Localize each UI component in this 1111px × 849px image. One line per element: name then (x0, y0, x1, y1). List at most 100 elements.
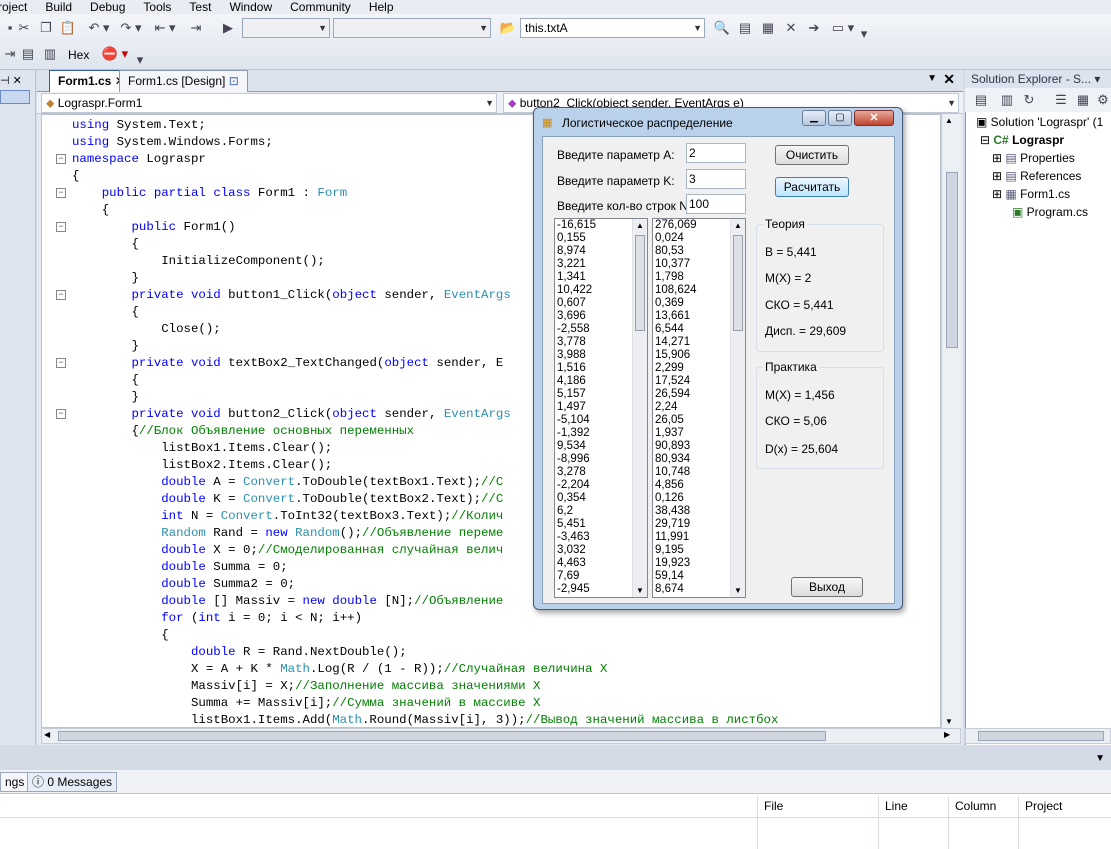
collapse-region-icon[interactable]: − (56, 358, 66, 368)
redo-icon[interactable]: ↷ ▾ (116, 18, 146, 38)
collapse-icon[interactable]: ⊟ (980, 133, 993, 147)
calculate-button[interactable]: Расчитать (775, 177, 849, 197)
messages-filter[interactable]: ⓘ 0 Messages (27, 772, 118, 792)
editor-vertical-scrollbar[interactable]: ▲ ▼ (941, 114, 961, 728)
code-line[interactable]: public Form1() (72, 219, 236, 236)
solution-hscrollbar[interactable] (965, 728, 1111, 744)
column-project[interactable]: Project (1025, 799, 1062, 813)
listbox-2[interactable]: 276,069 0,024 80,53 10,377 1,798 108,624 0,369… (652, 218, 746, 598)
undo-icon[interactable]: ↶ ▾ (84, 18, 114, 38)
tree-project[interactable]: ⊟ C# Lograspr (980, 131, 1064, 149)
code-line[interactable]: for (int i = 0; i < N; i++) (72, 610, 362, 627)
tree-program[interactable]: ▣ Program.cs (1012, 203, 1088, 221)
scroll-left-icon[interactable]: ◀ (44, 730, 50, 739)
solution-dropdown-icon[interactable]: ▾ (1094, 72, 1100, 86)
collapse-region-icon[interactable]: − (56, 188, 66, 198)
code-line[interactable]: } (72, 389, 138, 406)
start-debug-icon[interactable]: ▶ (218, 18, 238, 38)
expand-icon[interactable]: ⊞ (992, 187, 1005, 201)
expand-icon[interactable]: ⊞ (992, 151, 1005, 165)
menu-project[interactable]: roject (0, 1, 27, 13)
code-line[interactable]: double A = Convert.ToDouble(textBox1.Tex… (72, 474, 503, 491)
minimize-button[interactable]: ▁ (802, 110, 826, 126)
pin-icon[interactable]: ⊣ ✕ (0, 74, 22, 87)
tab-form1-design[interactable]: Form1.cs [Design] ⊡ (119, 70, 248, 92)
column-file[interactable]: File (764, 799, 783, 813)
code-line[interactable]: double X = 0;//Смоделированная случайная… (72, 542, 503, 559)
tree-solution[interactable]: ▣ Solution 'Lograspr' (1 (976, 113, 1103, 131)
code-line[interactable]: { (72, 236, 138, 253)
scroll-up-icon[interactable]: ▲ (945, 116, 953, 125)
solution-hscroll-thumb[interactable] (978, 731, 1104, 741)
navigate-forward-icon[interactable]: ⇥ (186, 18, 206, 38)
code-line[interactable]: Random Rand = new Random();//Объявление … (72, 525, 503, 542)
code-line[interactable]: { (72, 627, 168, 644)
column-line[interactable]: Line (885, 799, 908, 813)
collapse-region-icon[interactable]: − (56, 154, 66, 164)
start-page-icon[interactable]: ➔ (804, 18, 824, 38)
properties-window-icon[interactable]: ▤ (735, 18, 755, 38)
menu-community[interactable]: Community (290, 1, 351, 13)
code-line[interactable]: using System.Windows.Forms; (72, 134, 273, 151)
scroll-up-icon[interactable]: ▲ (636, 221, 644, 230)
paste-icon[interactable]: 📋 (58, 18, 78, 38)
param-a-input[interactable]: 2 (686, 143, 746, 163)
code-line[interactable]: double R = Rand.NextDouble(); (72, 644, 407, 661)
menu-build[interactable]: Build (45, 1, 72, 13)
rows-n-input[interactable]: 100 (686, 194, 746, 214)
scroll-down-icon[interactable]: ▼ (945, 717, 953, 726)
find-in-files-icon[interactable]: 🔍 (712, 18, 732, 38)
code-line[interactable]: listBox1.Items.Clear(); (72, 440, 332, 457)
code-line[interactable]: using System.Text; (72, 117, 206, 134)
code-line[interactable]: Massiv[i] = X;//Заполнение массива значе… (72, 678, 540, 695)
platform-combo[interactable]: ▼ (333, 18, 491, 38)
expand-icon[interactable]: ⊞ (992, 169, 1005, 183)
navigate-back-icon[interactable]: ⇤ ▾ (150, 18, 180, 38)
code-line[interactable]: double Summa2 = 0; (72, 576, 295, 593)
code-line[interactable]: } (72, 338, 138, 355)
code-line[interactable]: namespace Lograspr (72, 151, 206, 168)
listbox-1[interactable]: -16,615 0,155 8,974 3,221 1,341 10,422 0,607 3,… (554, 218, 648, 598)
code-line[interactable]: { (72, 168, 79, 185)
code-line[interactable]: listBox1.Items.Add(Math.Round(Massiv[i],… (72, 712, 778, 727)
code-line[interactable]: Close(); (72, 321, 221, 338)
menu-help[interactable]: Help (369, 1, 394, 13)
copy-icon[interactable]: ❐ (36, 18, 56, 38)
find-combo[interactable]: this.txtA ▼ (520, 18, 705, 38)
code-line[interactable]: private void button1_Click(object sender… (72, 287, 511, 304)
code-line[interactable]: int N = Convert.ToInt32(textBox3.Text);/… (72, 508, 503, 525)
cut-icon[interactable]: ✂ (14, 18, 34, 38)
listbox-1-thumb[interactable] (635, 235, 645, 331)
warnings-filter[interactable]: ngs (0, 772, 30, 792)
object-browser-icon[interactable]: ▦ (758, 18, 778, 38)
scroll-up-icon[interactable]: ▲ (734, 221, 742, 230)
code-line[interactable]: { (72, 202, 109, 219)
uncomment-icon[interactable]: ▥ (40, 44, 60, 64)
close-document-icon[interactable]: ✕ (943, 71, 955, 88)
code-line[interactable]: listBox2.Items.Clear(); (72, 457, 332, 474)
tab-dropdown-icon[interactable]: ▼ (927, 73, 937, 84)
command-window-icon[interactable]: ▭ ▾ (828, 18, 858, 38)
tree-properties[interactable]: ⊞ ▤ Properties (992, 149, 1075, 167)
tree-form1[interactable]: ⊞ ▦ Form1.cs (992, 185, 1070, 203)
comment-icon[interactable]: ▤ (18, 44, 38, 64)
editor-hscroll-thumb[interactable] (58, 731, 826, 741)
solution-config-combo[interactable]: ▼ (242, 18, 330, 38)
column-column[interactable]: Column (955, 799, 996, 813)
code-line[interactable]: { (72, 304, 138, 321)
listbox-1-scrollbar[interactable]: ▲ ▼ (632, 219, 647, 597)
exit-button[interactable]: Выход (791, 577, 863, 597)
code-line[interactable]: Summa += Massiv[i];//Сумма значений в ма… (72, 695, 540, 712)
view-code-icon[interactable]: ☰ (1051, 90, 1071, 110)
hex-toggle[interactable]: Hex (68, 48, 89, 62)
editor-horizontal-scrollbar[interactable]: ◀ ▶ (41, 728, 961, 744)
toolbar2-overflow-icon[interactable]: ▾ (134, 50, 146, 70)
class-combo[interactable]: ⬥ Lograspr.Form1 ▼ (41, 93, 497, 113)
class-diagram-icon[interactable]: ⚙ (1093, 90, 1111, 110)
code-line[interactable]: double [] Massiv = new double [N];//Объя… (72, 593, 503, 610)
code-line[interactable]: double K = Convert.ToDouble(textBox2.Tex… (72, 491, 503, 508)
code-line[interactable]: private void textBox2_TextChanged(object… (72, 355, 504, 372)
menu-debug[interactable]: Debug (90, 1, 125, 13)
scroll-down-icon[interactable]: ▼ (636, 586, 644, 595)
listbox-2-scrollbar[interactable]: ▲ ▼ (730, 219, 745, 597)
